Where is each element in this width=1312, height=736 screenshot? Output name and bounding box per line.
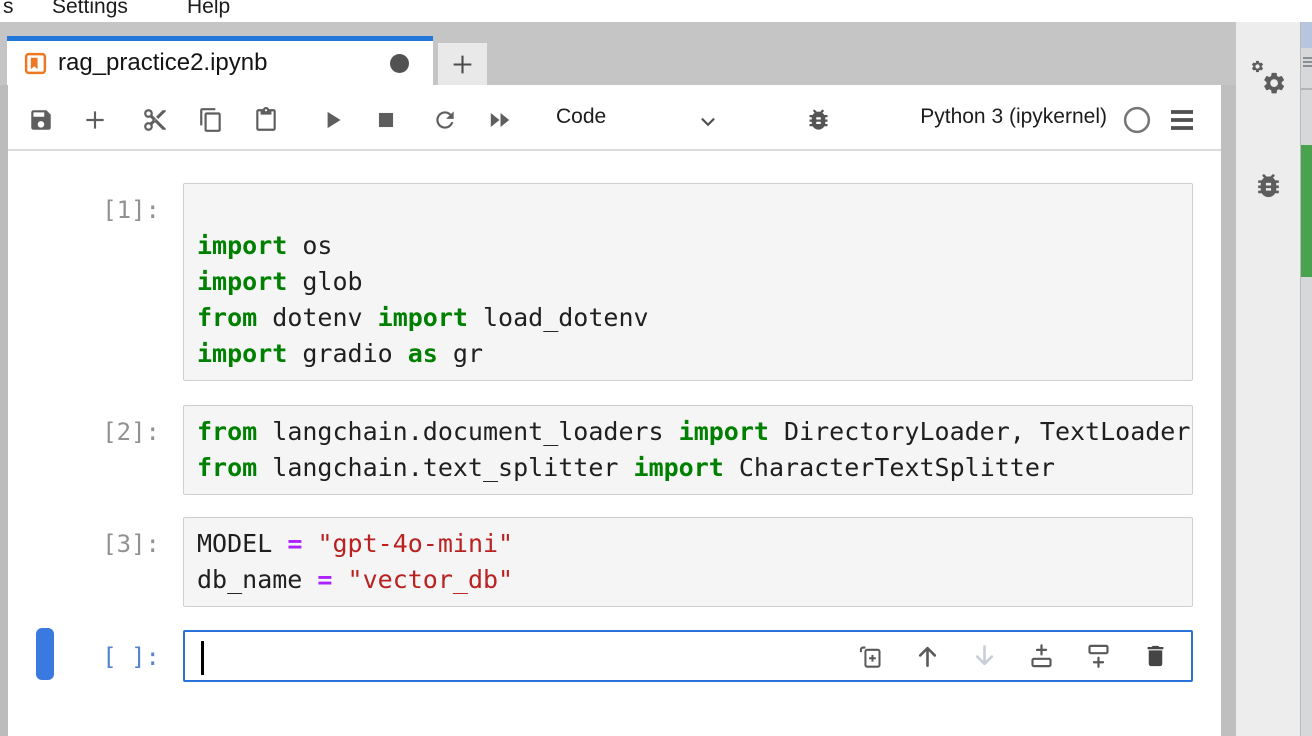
move-cell-down-icon <box>971 643 998 670</box>
chevron-down-icon[interactable] <box>697 111 719 133</box>
edge-green-marker <box>1301 145 1312 277</box>
code-line: import os <box>197 231 333 260</box>
code-line: from dotenv import load_dotenv <box>197 303 649 332</box>
tab-title: rag_practice2.ipynb <box>58 49 268 76</box>
menu-item-tabs-partial[interactable]: s <box>3 0 14 21</box>
notebook-cells-area: [1]: import os import glob from dotenv impo… <box>8 151 1221 736</box>
edge-small-glyph <box>1303 55 1312 68</box>
menu-item-settings[interactable]: Settings <box>52 0 128 21</box>
code-line: MODEL = "gpt-4o-mini" <box>197 529 514 558</box>
cell-execution-prompt: [2]: <box>102 418 160 446</box>
unsaved-changes-dot <box>390 53 409 73</box>
kernel-idle-circle-icon <box>1122 105 1152 135</box>
kernel-name-button[interactable]: Python 3 (ipykernel) <box>920 85 1107 149</box>
debugger-bug-icon[interactable] <box>805 106 832 133</box>
property-inspector-gears-icon[interactable] <box>1249 58 1287 96</box>
menu-item-help[interactable]: Help <box>187 0 230 21</box>
delete-cell-icon[interactable] <box>1142 643 1169 670</box>
plus-icon <box>450 52 475 77</box>
panel-divider <box>1221 22 1236 736</box>
duplicate-cell-icon[interactable] <box>857 643 884 670</box>
new-tab-button[interactable] <box>438 43 487 85</box>
cell-execution-prompt: [ ]: <box>102 643 160 671</box>
code-line: from langchain.text_splitter import Char… <box>197 453 1055 482</box>
code-line: import gradio as gr <box>197 339 483 368</box>
hamburger-menu-icon[interactable] <box>1168 109 1196 131</box>
edge-divider-line <box>1301 88 1312 90</box>
left-sidebar-edge <box>0 85 8 736</box>
code-line: db_name = "vector_db" <box>197 565 514 594</box>
tab-bar: rag_practice2.ipynb <box>0 22 1236 85</box>
interrupt-kernel-icon[interactable] <box>373 107 399 133</box>
code-cell-editor[interactable]: MODEL = "gpt-4o-mini" db_name = "vector_d… <box>183 517 1193 607</box>
code-cell-editor[interactable]: import os import glob from dotenv import l… <box>183 183 1193 381</box>
cell-hover-toolbar <box>857 643 1169 670</box>
save-icon[interactable] <box>28 107 54 133</box>
text-cursor <box>201 641 204 675</box>
debugger-sidebar-bug-icon[interactable] <box>1253 170 1284 201</box>
active-code-cell-editor[interactable] <box>183 630 1193 682</box>
code-line: import glob <box>197 267 363 296</box>
cell-execution-prompt: [3]: <box>102 530 160 558</box>
copy-cells-icon[interactable] <box>198 107 224 133</box>
restart-kernel-icon[interactable] <box>432 107 458 133</box>
paste-cells-icon[interactable] <box>253 107 279 133</box>
insert-cell-below-icon[interactable] <box>1085 643 1112 670</box>
right-sidebar <box>1236 22 1300 736</box>
move-cell-up-icon[interactable] <box>914 643 941 670</box>
notebook-toolbar: Code Python 3 (ipykernel) <box>8 85 1221 151</box>
window-edge-strip <box>1300 0 1312 736</box>
menu-bar: s Settings Help <box>0 0 1312 22</box>
notebook-file-icon <box>23 51 48 76</box>
insert-cell-above-icon[interactable] <box>1028 643 1055 670</box>
run-all-cells-icon[interactable] <box>487 107 513 133</box>
cell-type-dropdown[interactable]: Code <box>556 85 606 149</box>
run-cell-icon[interactable] <box>320 107 346 133</box>
cell-execution-prompt: [1]: <box>102 196 160 224</box>
code-line: from langchain.document_loaders import D… <box>197 417 1191 446</box>
tab-rag-practice2-ipynb[interactable]: rag_practice2.ipynb <box>7 36 433 85</box>
code-cell-editor[interactable]: from langchain.document_loaders import D… <box>183 405 1193 495</box>
cut-cells-icon[interactable] <box>142 107 168 133</box>
add-cell-icon[interactable] <box>82 107 108 133</box>
